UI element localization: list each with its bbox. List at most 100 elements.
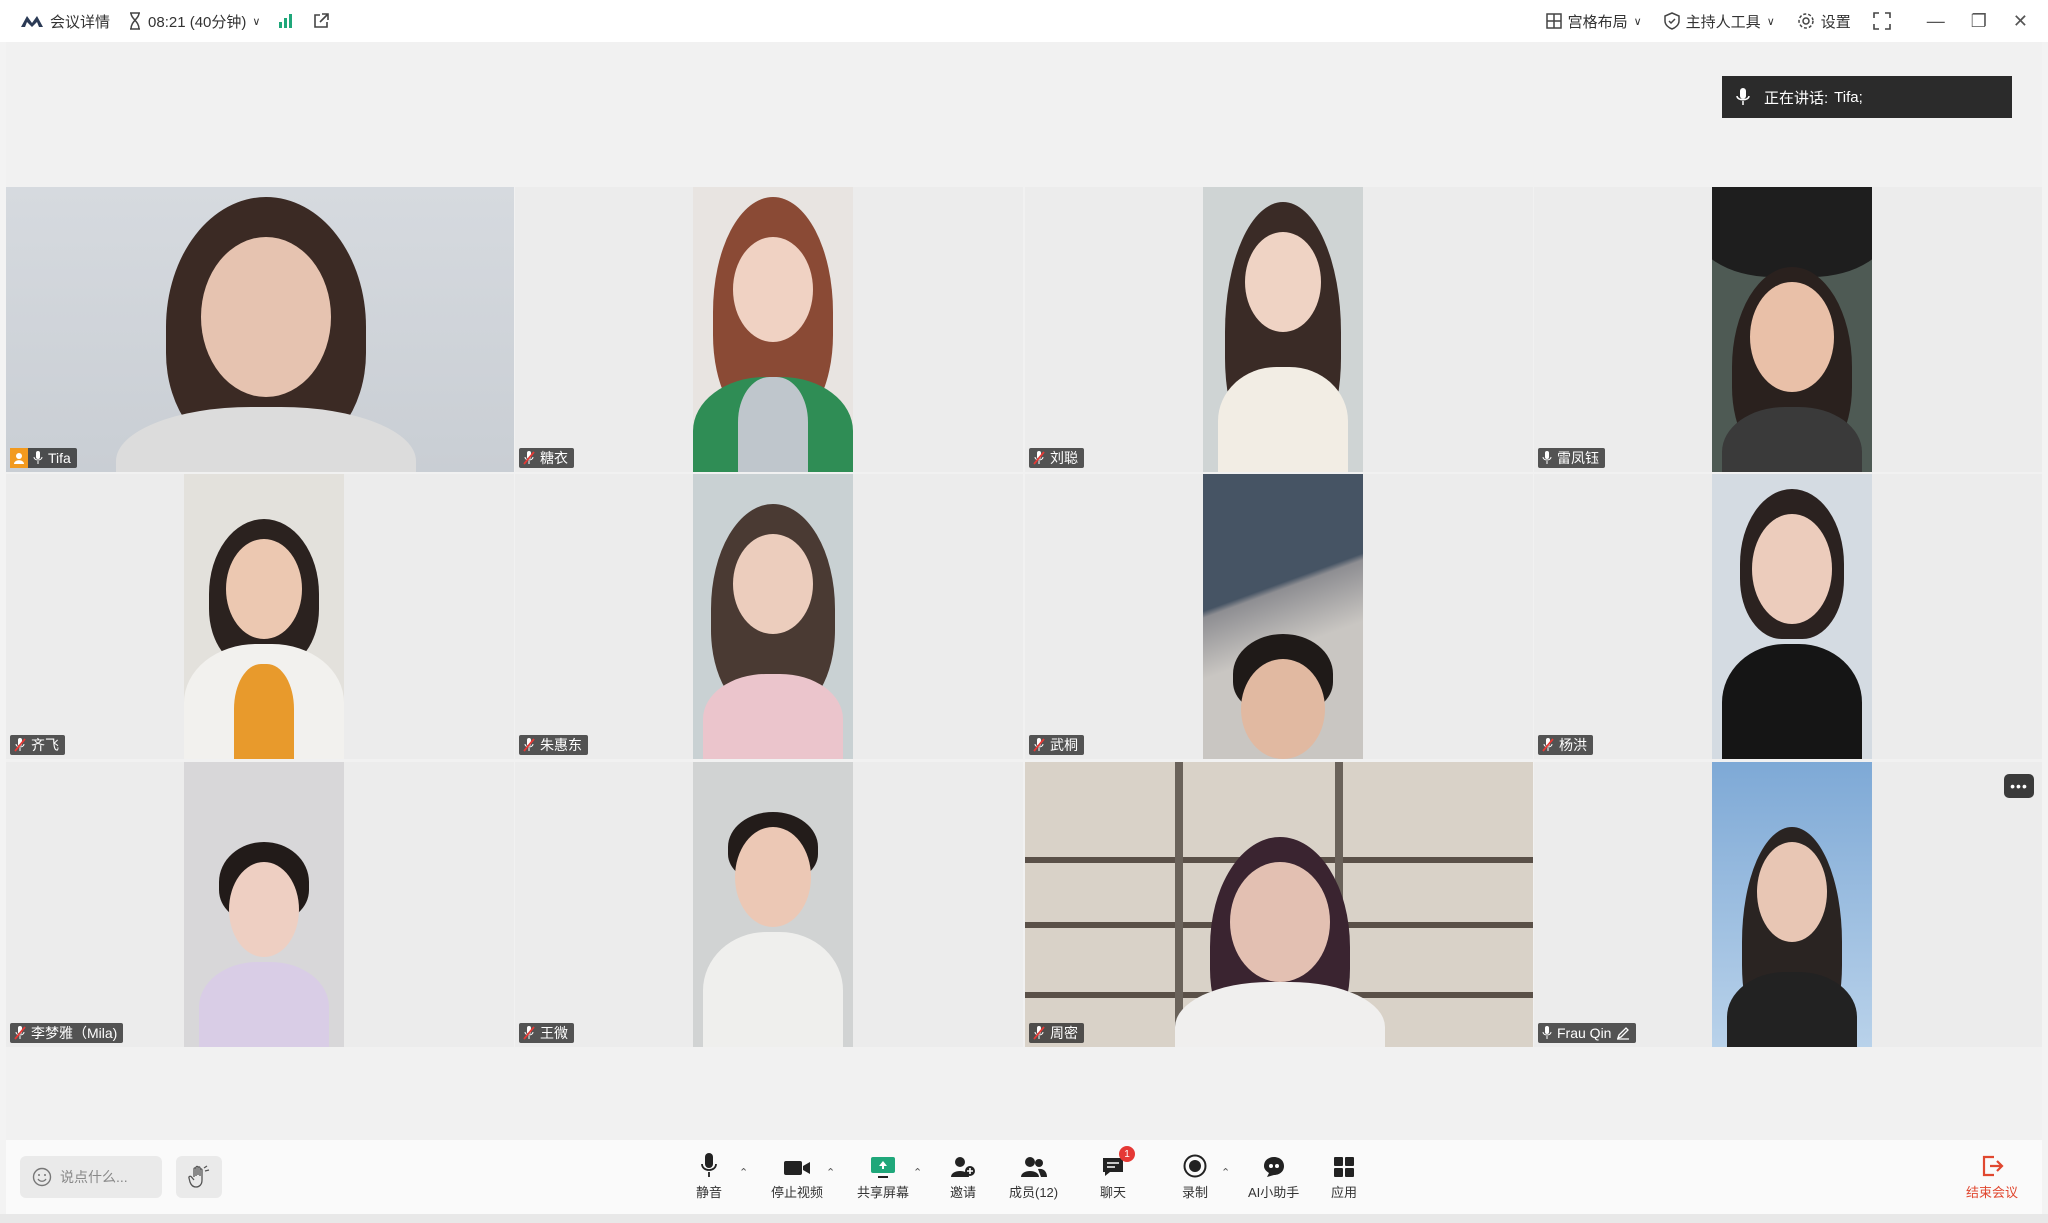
participant-name: 王微 xyxy=(540,1025,568,1041)
participant-video xyxy=(6,187,514,472)
participant-name-tag: 李梦雅（Mila) xyxy=(10,1023,124,1043)
chevron-down-icon: ∨ xyxy=(1766,15,1775,28)
apps-button[interactable]: 应用 xyxy=(1331,1152,1357,1201)
participant-name-tag: 雷凤钰 xyxy=(1538,448,1605,468)
layout-button[interactable]: 宫格布局 ∨ xyxy=(1545,11,1642,32)
video-camera-icon xyxy=(784,1161,810,1175)
settings-button[interactable]: 设置 xyxy=(1797,11,1851,32)
participant-name: 周密 xyxy=(1050,1025,1078,1041)
stop-video-button[interactable]: 停止视频 xyxy=(771,1152,823,1201)
invite-button[interactable]: 邀请 xyxy=(950,1152,976,1201)
participant-name: 杨洪 xyxy=(1559,737,1587,753)
speaking-name: Tifa; xyxy=(1834,88,1863,106)
participant-video xyxy=(1203,474,1363,759)
record-options-caret[interactable]: ⌃ xyxy=(1221,1166,1230,1179)
participant-name: 齐飞 xyxy=(31,737,59,753)
participant-name: Frau Qin xyxy=(1557,1025,1612,1041)
meeting-timer[interactable]: 08:21 (40分钟) ∨ xyxy=(128,11,260,32)
share-screen-button[interactable]: 共享屏幕 xyxy=(857,1152,909,1201)
microphone-muted-icon xyxy=(523,738,535,752)
participant-tile[interactable]: Tifa xyxy=(6,187,514,472)
participant-video xyxy=(1712,187,1872,472)
microphone-muted-icon xyxy=(14,738,26,752)
share-screen-label: 共享屏幕 xyxy=(857,1185,910,1200)
microphone-muted-icon xyxy=(1033,451,1045,465)
more-options-button[interactable]: ••• xyxy=(2004,774,2034,798)
participant-name: Tifa xyxy=(48,450,71,466)
participant-tile[interactable]: 武桐 xyxy=(1025,474,1533,759)
layout-label: 宫格布局 xyxy=(1567,13,1628,31)
participant-video xyxy=(693,187,853,472)
participant-tile[interactable]: 杨洪 xyxy=(1534,474,2042,759)
record-button[interactable]: 录制 xyxy=(1182,1152,1208,1201)
pencil-icon xyxy=(1617,1027,1630,1040)
meeting-details[interactable]: 会议详情 xyxy=(20,11,110,32)
microphone-muted-icon xyxy=(1542,738,1554,752)
mute-options-caret[interactable]: ⌃ xyxy=(739,1166,748,1179)
members-label: 成员(12) xyxy=(1009,1185,1059,1200)
participant-name-tag: 朱惠东 xyxy=(519,735,588,755)
ai-assistant-label: AI小助手 xyxy=(1248,1185,1300,1200)
signal-strength-icon[interactable] xyxy=(278,13,294,29)
gear-icon xyxy=(1798,13,1814,29)
external-link-icon[interactable] xyxy=(312,12,330,30)
participant-name-tag: 糖衣 xyxy=(519,448,574,468)
participant-name-tag: 周密 xyxy=(1029,1023,1084,1043)
end-meeting-button[interactable]: 结束会议 xyxy=(1966,1152,2018,1201)
participant-tile[interactable]: 齐飞 xyxy=(6,474,514,759)
members-button[interactable]: 成员(12) xyxy=(1009,1152,1058,1201)
participant-video xyxy=(693,474,853,759)
share-screen-icon xyxy=(871,1157,895,1178)
ai-assistant-button[interactable]: AI小助手 xyxy=(1248,1152,1299,1201)
participant-tile[interactable]: 王微 xyxy=(515,762,1023,1047)
end-meeting-label: 结束会议 xyxy=(1965,1185,2018,1200)
video-options-caret[interactable]: ⌃ xyxy=(826,1166,835,1179)
host-icon xyxy=(10,448,28,468)
bottom-toolbar: 说点什么... 静音 ⌃ 停止视频 ⌃ 共享屏幕 ⌃ 邀请 成员(12) 1 聊… xyxy=(6,1140,2042,1214)
participant-tile[interactable]: Frau Qin xyxy=(1534,762,2042,1047)
top-bar: 会议详情 08:21 (40分钟) ∨ 宫格布局 ∨ 主持人工具 ∨ 设置 — … xyxy=(0,0,2048,42)
participant-tile[interactable]: 周密 xyxy=(1025,762,1533,1047)
record-label: 录制 xyxy=(1182,1185,1209,1200)
participant-tile[interactable]: 朱惠东 xyxy=(515,474,1023,759)
chat-button[interactable]: 1 聊天 xyxy=(1100,1146,1135,1201)
share-options-caret[interactable]: ⌃ xyxy=(913,1166,922,1179)
microphone-icon xyxy=(1542,1026,1552,1039)
mute-label: 静音 xyxy=(696,1185,723,1200)
host-tools-button[interactable]: 主持人工具 ∨ xyxy=(1663,11,1775,32)
participant-name: 武桐 xyxy=(1050,737,1078,753)
mute-button[interactable]: 静音 xyxy=(696,1152,722,1201)
participant-video xyxy=(693,762,853,1047)
close-icon[interactable]: ✕ xyxy=(2013,11,2028,32)
ai-assistant-icon xyxy=(1263,1157,1284,1177)
participant-name: 糖衣 xyxy=(540,450,568,466)
shield-icon xyxy=(1663,12,1680,30)
host-tools-label: 主持人工具 xyxy=(1685,13,1761,31)
settings-label: 设置 xyxy=(1820,13,1851,31)
chevron-down-icon: ∨ xyxy=(252,15,261,28)
participant-name: 李梦雅（Mila) xyxy=(31,1025,118,1041)
restore-icon[interactable]: ❐ xyxy=(1971,11,1987,32)
fullscreen-icon[interactable] xyxy=(1872,12,1891,30)
participant-video xyxy=(184,762,344,1047)
minimize-icon[interactable]: — xyxy=(1927,11,1945,32)
microphone-muted-icon xyxy=(1033,738,1045,752)
invite-label: 邀请 xyxy=(950,1185,977,1200)
chat-badge: 1 xyxy=(1119,1146,1135,1162)
participant-video xyxy=(1025,762,1533,1047)
chat-label: 聊天 xyxy=(1100,1185,1127,1200)
members-icon xyxy=(1020,1157,1047,1177)
participant-tile[interactable]: 刘聪 xyxy=(1025,187,1533,472)
participant-name: 刘聪 xyxy=(1050,450,1078,466)
participant-tile[interactable]: 雷凤钰 xyxy=(1534,187,2042,472)
record-icon xyxy=(1183,1154,1207,1178)
window-bottom-edge xyxy=(0,1214,2048,1223)
participant-tile[interactable]: 糖衣 xyxy=(515,187,1023,472)
app-logo-icon xyxy=(21,16,43,27)
participant-name-tag: 齐飞 xyxy=(10,735,65,755)
participant-tile[interactable]: 李梦雅（Mila) xyxy=(6,762,514,1047)
ellipsis-icon: ••• xyxy=(2010,778,2028,794)
microphone-muted-icon xyxy=(523,1026,535,1040)
hourglass-icon xyxy=(130,12,141,30)
microphone-icon xyxy=(33,451,43,464)
